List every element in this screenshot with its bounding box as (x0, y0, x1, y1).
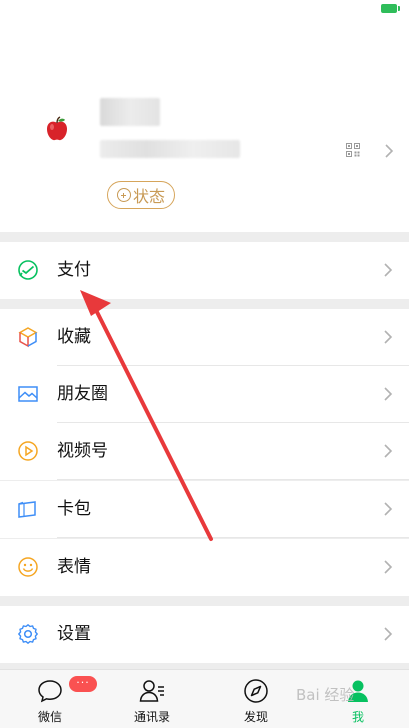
status-label: 状态 (132, 187, 165, 206)
plus-icon (116, 188, 131, 202)
smile-icon (18, 557, 38, 577)
menu-item-label: 朋友圈 (57, 384, 108, 404)
unread-badge: ··· (69, 676, 97, 692)
menu-item-label: 表情 (57, 557, 91, 577)
avatar[interactable] (44, 116, 70, 142)
tab-discover[interactable]: 发现 (216, 670, 296, 728)
chevron-right-icon (384, 627, 393, 641)
chat-icon (38, 680, 62, 703)
compass-icon (244, 679, 268, 703)
chevron-right-icon (384, 560, 393, 574)
menu-item-cards[interactable]: 卡包 (0, 481, 409, 538)
menu-item-label: 设置 (57, 624, 91, 644)
contacts-icon (139, 680, 164, 702)
profile-header[interactable]: 状态 (0, 22, 409, 232)
chevron-right-icon (384, 387, 393, 401)
tab-contacts[interactable]: 通讯录 (112, 670, 192, 728)
menu-item-favorites[interactable]: 收藏 (0, 309, 409, 366)
battery-icon (381, 4, 400, 13)
chevron-right-icon (384, 330, 393, 344)
wallet-icon (18, 260, 38, 280)
chevron-right-icon (385, 144, 394, 158)
tab-label: 通讯录 (133, 710, 170, 724)
add-status-button[interactable]: 状态 (107, 181, 175, 209)
menu-item-pay[interactable]: 支付 (0, 242, 409, 299)
chevron-right-icon (384, 263, 393, 277)
me-screen: 状态 支付 收藏 朋友圈 视频号 卡包 表情 设置 ··· 微信 通讯录 发现 … (0, 0, 409, 728)
menu-item-label: 支付 (57, 260, 91, 280)
menu-item-settings[interactable]: 设置 (0, 606, 409, 663)
divider (57, 537, 409, 538)
watermark: Bai 经验 (296, 686, 355, 704)
menu-item-label: 收藏 (57, 327, 91, 347)
gear-icon (18, 624, 38, 644)
menu-item-channels[interactable]: 视频号 (0, 423, 409, 480)
image-icon (18, 386, 38, 402)
menu-item-label: 视频号 (57, 441, 108, 461)
wechat-id-blurred (100, 140, 240, 158)
chevron-right-icon (384, 444, 393, 458)
status-bar (0, 0, 409, 22)
tab-label: 微信 (37, 710, 62, 724)
divider (57, 479, 409, 480)
qr-code-icon[interactable] (346, 143, 360, 157)
menu-item-label: 卡包 (57, 499, 91, 519)
menu-item-moments[interactable]: 朋友圈 (0, 366, 409, 423)
tab-label: 发现 (243, 710, 268, 724)
menu-item-stickers[interactable]: 表情 (0, 539, 409, 596)
card-icon (18, 501, 36, 518)
tab-label: 我 (351, 710, 364, 724)
play-circle-icon (18, 441, 38, 461)
cube-icon (18, 327, 38, 348)
chevron-right-icon (384, 502, 393, 516)
tab-chats[interactable]: ··· 微信 (10, 670, 97, 728)
nickname-blurred (100, 98, 160, 126)
